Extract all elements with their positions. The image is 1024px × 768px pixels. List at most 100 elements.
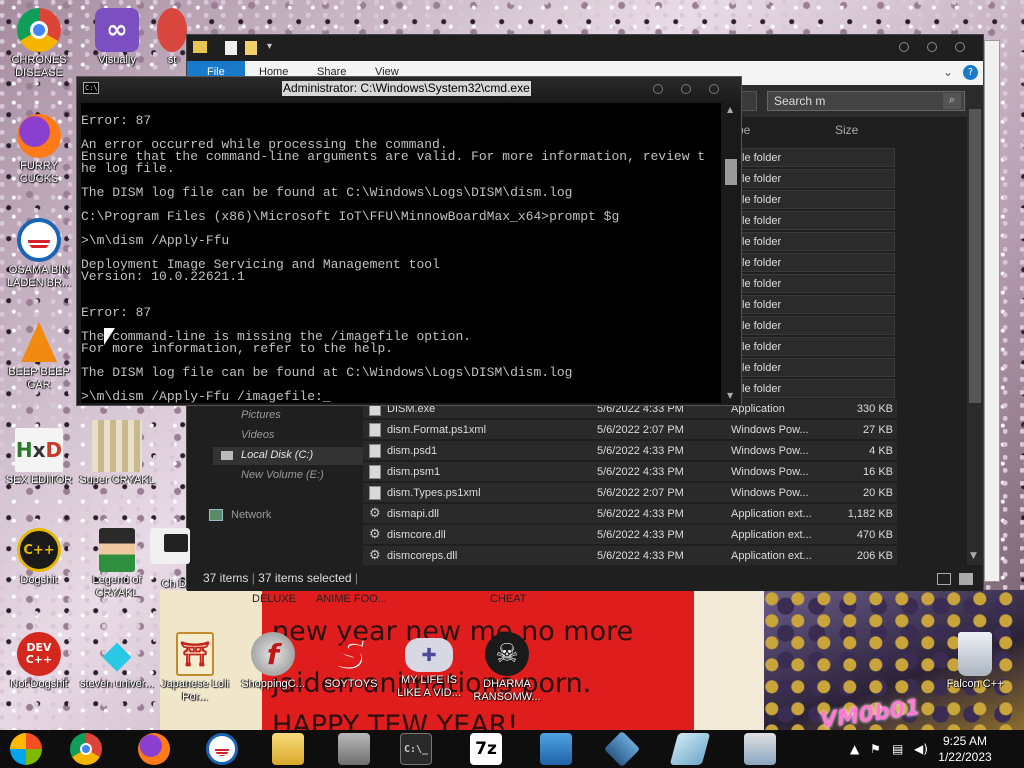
desktop-icon-steven[interactable]: ◆ steven univer... xyxy=(78,632,156,691)
firefox-icon xyxy=(17,114,61,158)
firefox-icon[interactable] xyxy=(138,733,170,765)
7zip-icon[interactable]: 7z xyxy=(470,733,502,765)
folder-row[interactable]: le folder xyxy=(739,379,895,398)
file-row[interactable]: dism.Types.ps1xml 5/6/2022 2:07 PM Windows… xyxy=(363,483,897,503)
desktop-icon-osama[interactable]: OSAMA BIN LADEN BR... xyxy=(0,218,78,290)
folder-row[interactable]: le folder xyxy=(739,316,895,335)
close-button[interactable] xyxy=(709,84,719,94)
virtualbox-icon[interactable] xyxy=(603,730,641,768)
maximize-button[interactable] xyxy=(681,84,691,94)
cmd-scrollbar[interactable]: ▲ ▼ xyxy=(723,103,739,403)
cmd-icon[interactable]: C:\_ xyxy=(400,733,432,765)
file-name: dism.Format.ps1xml xyxy=(387,424,487,436)
scroll-down-arrow-icon[interactable]: ▼ xyxy=(970,551,977,561)
quick-access-icon[interactable] xyxy=(193,41,207,53)
desktop-icon-chrones[interactable]: CHRONES DISEASE xyxy=(0,8,78,80)
scrollbar-thumb[interactable] xyxy=(725,159,737,185)
desktop-icon-beep[interactable]: BEEP BEEP CAR xyxy=(0,320,78,392)
network-icon[interactable] xyxy=(744,733,776,765)
scroll-down-arrow-icon[interactable]: ▼ xyxy=(727,391,733,400)
search-icon[interactable]: ⌕ xyxy=(943,93,961,109)
folder-row[interactable]: le folder xyxy=(739,211,895,230)
cmd-window[interactable]: C:\ Administrator: C:\Windows\System32\c… xyxy=(76,76,742,406)
vlc-cone-icon xyxy=(17,320,61,364)
chrome-icon[interactable] xyxy=(70,733,102,765)
file-date: 5/6/2022 4:33 PM xyxy=(597,529,684,541)
desktop-icon-my-life[interactable]: ✚ MY LIFE IS LIKE A VID... xyxy=(390,632,468,700)
chrome-icon xyxy=(17,8,61,52)
file-row[interactable]: dism.Format.ps1xml 5/6/2022 2:07 PM Window… xyxy=(363,420,897,440)
folder-row[interactable]: le folder xyxy=(739,169,895,188)
show-hidden-icons-icon[interactable]: ▲ xyxy=(850,742,859,756)
chevron-down-icon[interactable]: ⌄ xyxy=(943,65,953,79)
console-line: >\m\dism /Apply-Ffu xyxy=(81,233,230,248)
cmd-console[interactable]: Error: 87 An error occurred while process… xyxy=(81,103,721,403)
folder-row[interactable]: le folder xyxy=(739,337,895,356)
desktop-icon-sex-editor[interactable]: HxD SEX EDITOR xyxy=(0,428,78,487)
nav-local-disk[interactable]: Local Disk (C:) xyxy=(213,447,363,465)
desktop-icon-shopping[interactable]: f ShoppingC... xyxy=(234,632,312,691)
desktop-icon-not-dogshit[interactable]: DEV C++ Not Dogshit xyxy=(0,632,78,691)
file-row[interactable]: dism.psm1 5/6/2022 4:33 PM Windows Pow... 1… xyxy=(363,462,897,482)
file-row[interactable]: ⚙ dismapi.dll 5/6/2022 4:33 PM Application … xyxy=(363,504,897,524)
s-logo-icon: S xyxy=(337,632,365,676)
maximize-button[interactable] xyxy=(927,42,937,52)
minimize-button[interactable] xyxy=(653,84,663,94)
file-row[interactable]: ⚙ dismcoreps.dll 5/6/2022 4:33 PM Applicati… xyxy=(363,546,897,566)
torii-gate-icon: ⛩ xyxy=(176,632,214,676)
properties-icon[interactable] xyxy=(225,41,237,55)
control-panel-icon[interactable] xyxy=(540,733,572,765)
cmd-icon[interactable]: C:\ xyxy=(83,82,99,94)
search-input[interactable]: Search m xyxy=(767,91,965,111)
desktop-icon-visually[interactable]: ∞ Visually xyxy=(78,8,156,67)
folder-row[interactable]: le folder xyxy=(739,295,895,314)
details-view-icon[interactable] xyxy=(937,573,951,585)
desktop-icon-dharma[interactable]: ☠ DHARMA RANSOMW... xyxy=(468,632,546,704)
nav-pictures[interactable]: Pictures xyxy=(241,409,281,421)
folder-row[interactable]: le folder xyxy=(739,190,895,209)
nav-new-volume[interactable]: New Volume (E:) xyxy=(241,469,324,481)
file-icon xyxy=(369,423,381,437)
folder-row[interactable]: le folder xyxy=(739,232,895,251)
cmd-title: Administrator: C:\Windows\System32\cmd.e… xyxy=(282,81,531,96)
folder-row[interactable]: le folder xyxy=(739,253,895,272)
file-name: dismcore.dll xyxy=(387,529,446,541)
desktop-icon-falcon[interactable]: Falcon C++ xyxy=(936,632,1014,691)
flag-icon[interactable]: ⚑ xyxy=(870,742,881,756)
folder-row[interactable]: le folder xyxy=(739,274,895,293)
pixel-character-icon xyxy=(99,528,135,572)
explorer-titlebar[interactable]: ▾ xyxy=(187,35,983,61)
clock-time: 9:25 AM xyxy=(942,734,988,748)
customize-chevron-icon[interactable]: ▾ xyxy=(267,41,272,52)
desktop-icon-super-cryakl[interactable]: Super CRYAKL xyxy=(78,420,156,487)
nav-videos[interactable]: Videos xyxy=(241,429,274,441)
explorer-scrollbar[interactable]: ▼ xyxy=(967,85,983,565)
scroll-up-arrow-icon[interactable]: ▲ xyxy=(727,105,733,114)
clock[interactable]: 9:25 AM 1/22/2023 xyxy=(912,733,1018,765)
desktop-icon-dogshit[interactable]: C++ Dogshit xyxy=(0,528,78,587)
package-icon[interactable] xyxy=(338,733,370,765)
file-row[interactable]: ⚙ dismcore.dll 5/6/2022 4:33 PM Application… xyxy=(363,525,897,545)
new-folder-icon[interactable] xyxy=(245,41,257,55)
console-line: >\m\dism /Apply-Ffu /imagefile:_ xyxy=(81,389,331,403)
minimize-button[interactable] xyxy=(899,42,909,52)
desktop-icon-soytoys[interactable]: S SOYTOYS xyxy=(312,632,390,691)
desktop-icon-japanese[interactable]: ⛩ Japanese Loli Por... xyxy=(156,632,234,704)
scrollbar-thumb[interactable] xyxy=(969,109,981,403)
cmd-titlebar[interactable]: C:\ Administrator: C:\Windows\System32\c… xyxy=(77,77,741,101)
help-icon[interactable]: ? xyxy=(963,65,978,80)
start-button[interactable] xyxy=(10,733,42,765)
tiles-view-icon[interactable] xyxy=(959,573,973,585)
paint-icon[interactable] xyxy=(669,733,711,765)
column-size[interactable]: Size xyxy=(835,123,858,137)
file-row[interactable]: dism.psd1 5/6/2022 4:33 PM Windows Pow... 4… xyxy=(363,441,897,461)
file-explorer-icon[interactable] xyxy=(272,733,304,765)
close-button[interactable] xyxy=(955,42,965,52)
network-status-icon[interactable]: ▤ xyxy=(892,742,903,756)
folder-row[interactable]: le folder xyxy=(739,148,895,167)
gamepad-icon: ✚ xyxy=(405,638,453,672)
obama-logo-icon[interactable] xyxy=(206,733,238,765)
desktop-icon-furry[interactable]: FURRY CUCKS xyxy=(0,114,78,186)
desktop-icon-legend-cryakl[interactable]: Legend of CRYAKL xyxy=(78,528,156,600)
folder-row[interactable]: le folder xyxy=(739,358,895,377)
